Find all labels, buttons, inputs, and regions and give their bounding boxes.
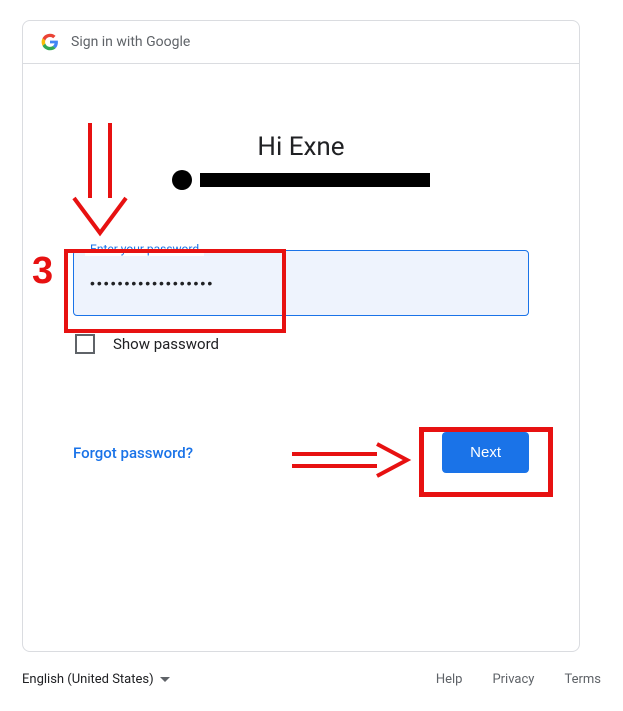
password-label: Enter your password [85,242,204,256]
avatar [172,170,192,190]
header-title: Sign in with Google [71,34,190,50]
language-label: English (United States) [22,672,154,687]
next-button[interactable]: Next [442,432,529,473]
google-logo-icon [41,33,59,51]
signin-card: Sign in with Google Hi Exne Enter your p… [22,20,580,652]
terms-link[interactable]: Terms [564,672,601,687]
greeting-text: Hi Exne [73,132,529,162]
show-password-label: Show password [113,335,219,353]
card-body: Hi Exne Enter your password Show passwor… [23,64,579,503]
actions-row: Forgot password? Next [73,432,529,473]
card-header: Sign in with Google [23,21,579,64]
password-input[interactable] [73,250,529,316]
footer-links: Help Privacy Terms [436,672,601,687]
password-field-wrap: Enter your password [73,250,529,316]
privacy-link[interactable]: Privacy [492,672,534,687]
account-email-redacted [200,173,430,187]
language-selector[interactable]: English (United States) [22,672,170,687]
chevron-down-icon [160,677,170,682]
help-link[interactable]: Help [436,672,463,687]
footer: English (United States) Help Privacy Ter… [22,672,601,687]
account-chip[interactable] [73,170,529,190]
show-password-checkbox[interactable] [75,334,95,354]
show-password-row: Show password [75,334,529,354]
forgot-password-link[interactable]: Forgot password? [73,444,193,462]
